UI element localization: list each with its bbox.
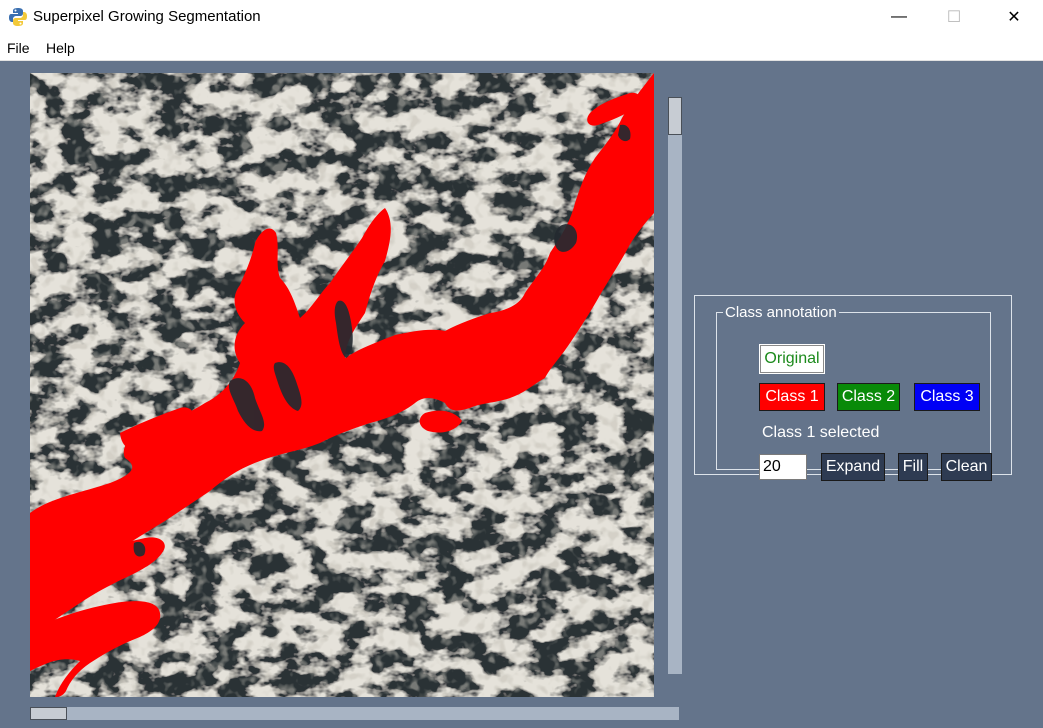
expand-button[interactable]: Expand: [821, 453, 885, 481]
horizontal-scrollbar[interactable]: [30, 707, 679, 720]
window-title: Superpixel Growing Segmentation: [33, 8, 261, 25]
menu-file[interactable]: File: [7, 40, 30, 56]
class2-button[interactable]: Class 2: [837, 383, 900, 411]
segmentation-canvas[interactable]: [30, 73, 654, 697]
menu-bar: File Help: [0, 36, 1043, 61]
class-annotation-panel: Original Class 1 Class 2 Class 3 Class 1…: [694, 295, 1012, 481]
vertical-scrollbar[interactable]: [668, 97, 682, 674]
original-button[interactable]: Original: [759, 344, 825, 374]
python-app-icon: [9, 8, 27, 26]
vertical-scroll-thumb[interactable]: [668, 97, 682, 135]
panel-legend: Class annotation: [723, 304, 839, 321]
horizontal-scroll-thumb[interactable]: [30, 707, 67, 720]
close-icon[interactable]: ✕: [991, 0, 1037, 34]
clean-button[interactable]: Clean: [941, 453, 992, 481]
fill-button[interactable]: Fill: [898, 453, 928, 481]
minimize-icon[interactable]: —: [876, 0, 922, 34]
maximize-icon[interactable]: ☐: [931, 0, 977, 34]
selection-status: Class 1 selected: [762, 424, 880, 441]
class1-button[interactable]: Class 1: [759, 383, 825, 411]
title-bar: Superpixel Growing Segmentation — ☐ ✕: [0, 0, 1043, 36]
class3-button[interactable]: Class 3: [914, 383, 980, 411]
aerial-image: [30, 73, 654, 697]
menu-help[interactable]: Help: [46, 40, 75, 56]
class-annotation-group: Original Class 1 Class 2 Class 3 Class 1…: [716, 312, 992, 481]
superpixel-size-input[interactable]: [759, 454, 807, 480]
